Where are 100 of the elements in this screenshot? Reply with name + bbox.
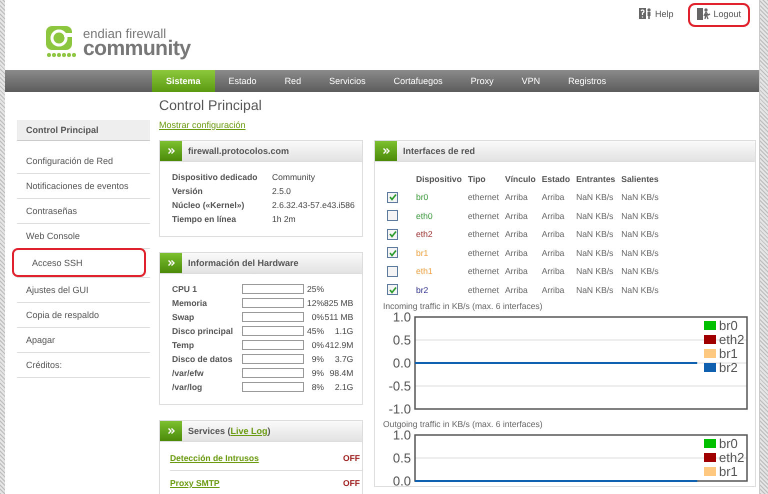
table-cell-text: Arriba [542, 228, 566, 242]
table-cell-text: Arriba [542, 246, 566, 260]
column-header: Estado [542, 173, 572, 186]
usage-percent: 9% [310, 353, 324, 365]
legend-label: br0 [719, 318, 738, 333]
legend-label: br0 [719, 436, 738, 451]
sidebar-item[interactable]: Ajustes del GUI [17, 278, 150, 302]
usage-bar [242, 298, 304, 308]
sidebar-item[interactable]: Control Principal [17, 120, 150, 140]
table-cell: Arriba [505, 188, 542, 206]
usage-amount: 98.4M [328, 367, 354, 379]
field-label: Núcleo («Kernel») [172, 199, 246, 211]
sidebar-item[interactable]: Notificaciones de eventos [17, 174, 150, 198]
nav-tab[interactable]: Cortafuegos [380, 70, 457, 92]
table-cell: ethernet [468, 280, 506, 299]
table-cell-text: Arriba [542, 191, 566, 204]
field-value: 2.6.32.43-57.e43.i586 [272, 199, 355, 211]
checkbox[interactable] [387, 192, 398, 203]
sidebar-item[interactable]: Web Console [17, 224, 150, 248]
service-link[interactable]: Proxy SMTP [170, 478, 220, 488]
usage-bar [242, 354, 304, 364]
field-label: Versión [172, 185, 204, 197]
sidebar-item[interactable]: Apagar [17, 328, 150, 352]
table-cell: NaN KB/s [576, 244, 622, 262]
column-header: Tipo [468, 172, 506, 188]
nav-tab[interactable]: Estado [214, 70, 271, 92]
usage-bar [242, 382, 304, 392]
double-chevron-icon [168, 428, 174, 434]
sidebar-item[interactable]: Acceso SSH [23, 251, 144, 275]
device-name: br0 [416, 188, 468, 206]
sidebar-item[interactable]: Contraseñas [17, 199, 150, 223]
table-cell: Arriba [505, 262, 542, 280]
checkbox[interactable] [387, 210, 398, 222]
nav-tab[interactable]: Servicios [315, 70, 380, 92]
help-link[interactable]: Help [638, 8, 674, 20]
field-value: Community [272, 171, 316, 183]
double-chevron-icon [168, 260, 174, 266]
logout-link[interactable]: Logout [697, 8, 741, 20]
table-cell: ethernet [468, 206, 506, 225]
table-cell: ethernet [468, 262, 506, 280]
show-config-link[interactable]: Mostrar configuración [159, 120, 246, 130]
sidebar-item[interactable]: Créditos: [17, 353, 150, 377]
logo-text: endian firewall [83, 27, 166, 40]
table-cell-text: NaN KB/s [621, 284, 660, 297]
legend-label: br1 [719, 464, 738, 479]
axis-tick-label: 0.0 [392, 474, 411, 486]
checkbox[interactable] [387, 284, 398, 296]
usage-percent: 45% [306, 325, 324, 337]
expand-button[interactable] [160, 253, 182, 273]
service-status: OFF [343, 453, 361, 463]
table-cell-text: NaN KB/s [621, 210, 660, 223]
nav-tab[interactable]: Red [270, 70, 316, 92]
service-link[interactable]: Detección de Intrusos [170, 453, 259, 463]
table-cell: Arriba [505, 244, 542, 262]
axis-tick-label: 1.0 [392, 429, 411, 442]
sidebar-item[interactable]: Copia de respaldo [17, 303, 150, 327]
usage-percent: 9% [310, 367, 324, 379]
panel-title: Services (Live Log) [188, 426, 271, 436]
nav-tab[interactable]: VPN [508, 70, 554, 92]
device-name: br1 [416, 244, 468, 262]
usage-percent: 25% [306, 283, 324, 295]
device-name: eth2 [416, 225, 468, 244]
usage-percent: 12% [306, 297, 324, 309]
legend-label: br2 [719, 360, 738, 375]
table-cell: Arriba [505, 206, 542, 225]
field-label: CPU 1 [172, 283, 198, 295]
double-chevron-icon [168, 148, 174, 154]
table-cell: ethernet [468, 244, 506, 262]
legend-label: eth2 [719, 332, 744, 347]
table-cell: NaN KB/s [576, 206, 622, 225]
expand-button[interactable] [375, 141, 397, 161]
table-cell-text: Arriba [542, 284, 566, 297]
sidebar-item[interactable]: Configuración de Red [17, 149, 150, 173]
table-cell-text: NaN KB/s [621, 246, 660, 260]
checkbox[interactable] [387, 228, 398, 240]
panel-title: Información del Hardware [188, 258, 299, 268]
door-person-icon [697, 8, 712, 20]
usage-percent: 0% [310, 339, 324, 351]
table-cell-text: NaN KB/s [621, 265, 660, 278]
axis-tick-label: 1.0 [392, 311, 411, 324]
expand-button[interactable] [160, 421, 182, 441]
checkbox[interactable] [387, 266, 398, 277]
field-label: Dispositivo dedicado [172, 171, 258, 183]
usage-amount: 2.1G [334, 381, 354, 393]
legend-label: br1 [719, 346, 738, 361]
expand-button[interactable] [160, 141, 182, 161]
field-label: Memoria [172, 297, 208, 309]
field-label: /var/efw [172, 367, 205, 379]
axis-tick-label: -1.0 [388, 402, 411, 416]
checkbox[interactable] [387, 247, 398, 258]
table-cell-text: Arriba [542, 210, 566, 223]
field-value: 1h 2m [272, 213, 297, 225]
panel-title: firewall.protocolos.com [188, 146, 290, 156]
nav-tab[interactable]: Registros [554, 70, 620, 92]
field-label: Disco de datos [172, 353, 234, 365]
usage-amount: 1.1G [334, 325, 354, 337]
nav-tab[interactable]: Proxy [456, 70, 508, 92]
usage-percent: 0% [310, 311, 324, 323]
field-label: Swap [172, 311, 196, 323]
column-header: Vínculo [505, 173, 537, 186]
